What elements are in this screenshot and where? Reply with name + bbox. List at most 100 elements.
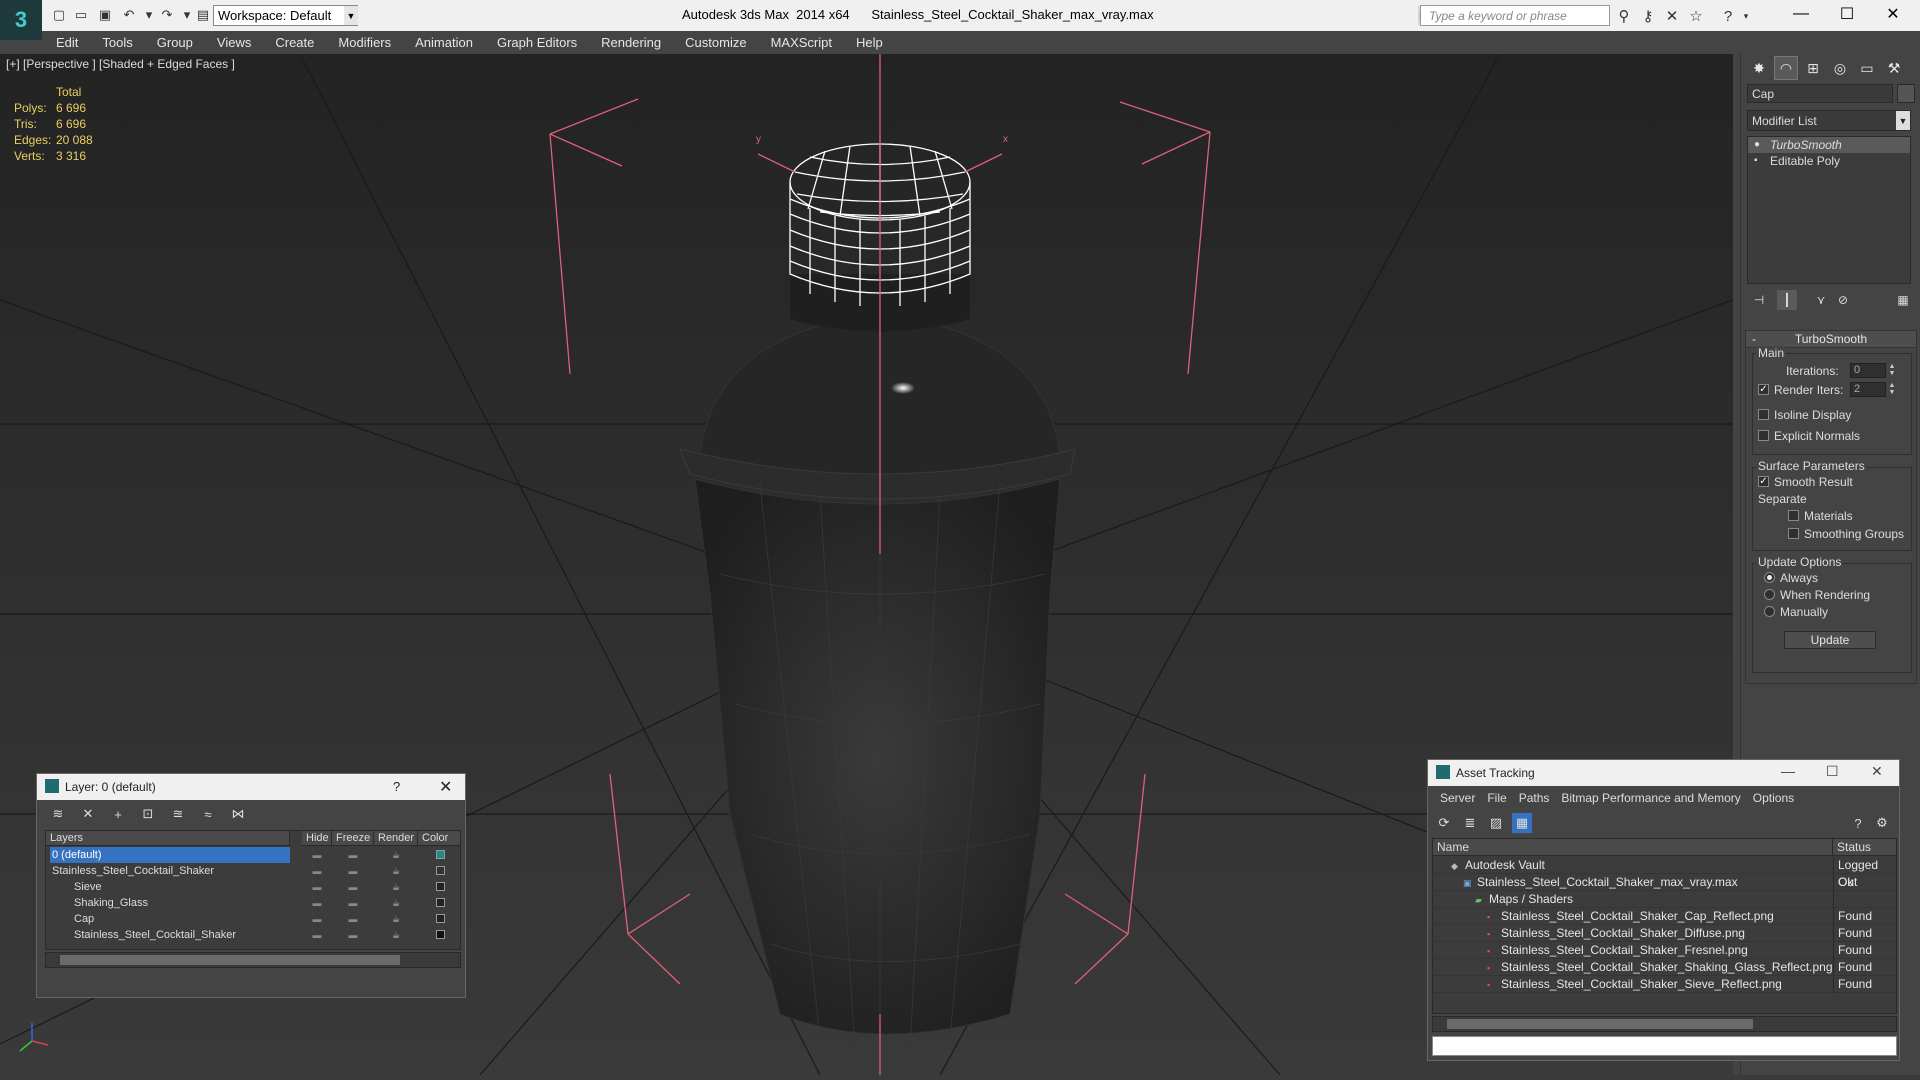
viewport-label[interactable]: [+] [Perspective ] [Shaded + Edged Faces… [6,57,235,71]
configure-sets-icon[interactable]: ▦ [1893,290,1913,310]
hide-unhide-all-icon[interactable]: ⋈ [229,805,247,823]
smooth-result-checkbox[interactable]: ✓ [1758,476,1769,487]
asset-help-icon[interactable]: ? [1848,813,1868,833]
menu-tools[interactable]: Tools [90,31,144,54]
motion-tab-icon[interactable]: ◎ [1828,56,1852,80]
column-layers[interactable]: Layers [46,831,290,846]
layer-row[interactable]: Stainless_Steel_Cocktail_Shaker ▬ ▬ ☕ [46,863,460,879]
layer-name[interactable]: Cap [72,911,290,927]
new-file-icon[interactable]: ▢ [50,6,68,24]
layer-hide-toggle-icon[interactable]: ▬ [302,863,332,879]
workspace-dropdown-icon[interactable]: ▼ [344,6,358,25]
menu-graph-editors[interactable]: Graph Editors [485,31,589,54]
modify-tab-icon[interactable]: ◠ [1774,56,1798,80]
lightbulb-icon[interactable]: ● [1754,137,1760,153]
update-button[interactable]: Update [1784,631,1876,649]
asset-maximize-icon[interactable]: ☐ [1826,763,1839,780]
workspace-select[interactable]: Workspace: Default [213,5,358,26]
table-view-icon[interactable]: ▦ [1512,813,1532,833]
asset-minimize-icon[interactable]: — [1781,763,1795,779]
asset-horizontal-scrollbar[interactable] [1432,1016,1897,1032]
object-color-swatch[interactable] [1897,84,1915,103]
stack-item-editable-poly[interactable]: ▪ Editable Poly [1748,153,1910,169]
layer-freeze-toggle-icon[interactable]: ▬ [332,911,374,927]
asset-name[interactable]: Stainless_Steel_Cocktail_Shaker_Cap_Refl… [1501,908,1774,925]
save-file-icon[interactable]: ▣ [96,6,114,24]
asset-menu-paths[interactable]: Paths [1513,791,1556,805]
asset-path-field[interactable] [1432,1036,1897,1056]
show-end-result-icon[interactable]: ┃ [1777,290,1797,310]
layer-scroll-thumb[interactable] [60,955,400,965]
column-color[interactable]: Color [418,831,460,846]
asset-name[interactable]: Maps / Shaders [1489,891,1573,908]
menu-rendering[interactable]: Rendering [589,31,673,54]
asset-name[interactable]: Stainless_Steel_Cocktail_Shaker_Diffuse.… [1501,925,1745,942]
menu-help[interactable]: Help [844,31,895,54]
close-icon[interactable]: ✕ [1870,0,1916,28]
select-highlighted-icon[interactable]: ≈ [199,805,217,823]
asset-menu-server[interactable]: Server [1434,791,1481,805]
add-to-layer-icon[interactable]: + [109,805,127,823]
communication-icon[interactable]: ✕ [1662,6,1682,26]
layer-hide-toggle-icon[interactable]: ▬ [302,879,332,895]
asset-dialog-titlebar[interactable]: Asset Tracking — ☐ ✕ [1428,760,1899,786]
project-folder-icon[interactable]: ▤ [194,6,212,24]
asset-close-icon[interactable]: ✕ [1871,763,1883,780]
favorites-star-icon[interactable]: ☆ [1686,6,1706,26]
display-tab-icon[interactable]: ▭ [1855,56,1879,80]
make-unique-icon[interactable]: ⋎ [1811,290,1831,310]
manually-radio[interactable] [1764,606,1775,617]
layer-row[interactable]: Cap ▬ ▬ ☕ [46,911,460,927]
menu-views[interactable]: Views [205,31,263,54]
column-name[interactable]: Name [1433,839,1833,856]
menu-animation[interactable]: Animation [403,31,485,54]
column-freeze[interactable]: Freeze [332,831,374,846]
app-logo-icon[interactable]: 3 [0,0,42,40]
explicit-normals-checkbox[interactable] [1758,430,1769,441]
layer-horizontal-scrollbar[interactable] [45,952,461,968]
layer-freeze-toggle-icon[interactable]: ▬ [332,895,374,911]
column-render[interactable]: Render [374,831,418,846]
layer-color-swatch[interactable] [436,850,445,859]
set-current-layer-icon[interactable]: ≊ [169,805,187,823]
render-iters-spinner[interactable]: 2 [1850,382,1886,397]
layer-color-swatch[interactable] [436,898,445,907]
smoothing-groups-checkbox[interactable] [1788,528,1799,539]
redo-icon[interactable]: ↷ [158,6,176,24]
asset-row[interactable]: ▪ Stainless_Steel_Cocktail_Shaker_Shaking… [1433,959,1896,976]
maximize-icon[interactable]: ☐ [1824,0,1870,28]
layer-row[interactable]: Stainless_Steel_Cocktail_Shaker ▬ ▬ ☕ [46,927,460,943]
pin-stack-icon[interactable]: ⊣ [1749,290,1769,310]
list-view-icon[interactable]: ≣ [1460,813,1480,833]
create-tab-icon[interactable]: ✸ [1747,56,1771,80]
stack-item-turbosmooth[interactable]: ● TurboSmooth [1748,137,1910,153]
layer-name[interactable]: Sieve [72,879,290,895]
layer-name[interactable]: Shaking_Glass [72,895,290,911]
menu-create[interactable]: Create [263,31,326,54]
asset-row[interactable]: ▪ Stainless_Steel_Cocktail_Shaker_Cap_Ref… [1433,908,1896,925]
column-hide[interactable]: Hide [302,831,332,846]
when-rendering-radio[interactable] [1764,589,1775,600]
asset-settings-icon[interactable]: ⚙ [1872,813,1892,833]
undo-dropdown-icon[interactable]: ▾ [140,6,158,24]
layer-dialog-help-icon[interactable]: ? [393,779,400,794]
asset-row[interactable]: ▣ Stainless_Steel_Cocktail_Shaker_max_vra… [1433,874,1896,891]
layer-hide-toggle-icon[interactable]: ▬ [302,895,332,911]
layer-render-teapot-icon[interactable]: ☕ [374,847,418,863]
layer-freeze-toggle-icon[interactable]: ▬ [332,879,374,895]
layer-color-swatch[interactable] [436,866,445,875]
menu-customize[interactable]: Customize [673,31,758,54]
asset-menu-bitmap-performance[interactable]: Bitmap Performance and Memory [1555,791,1746,805]
layer-render-teapot-icon[interactable]: ☕ [374,863,418,879]
layer-dialog-close-icon[interactable]: ✕ [439,777,452,797]
layer-freeze-toggle-icon[interactable]: ▬ [332,847,374,863]
isoline-display-checkbox[interactable] [1758,409,1769,420]
layer-row[interactable]: Shaking_Glass ▬ ▬ ☕ [46,895,460,911]
layer-color-swatch[interactable] [436,882,445,891]
layer-hide-toggle-icon[interactable]: ▬ [302,911,332,927]
asset-name[interactable]: Stainless_Steel_Cocktail_Shaker_Shaking_… [1501,959,1833,976]
asset-row[interactable]: ◆ Autodesk Vault Logged Out [1433,857,1896,889]
layer-row[interactable]: 0 (default) ▬ ▬ ☕ [46,847,460,863]
utilities-tab-icon[interactable]: ⚒ [1882,56,1906,80]
layer-hide-toggle-icon[interactable]: ▬ [302,847,332,863]
